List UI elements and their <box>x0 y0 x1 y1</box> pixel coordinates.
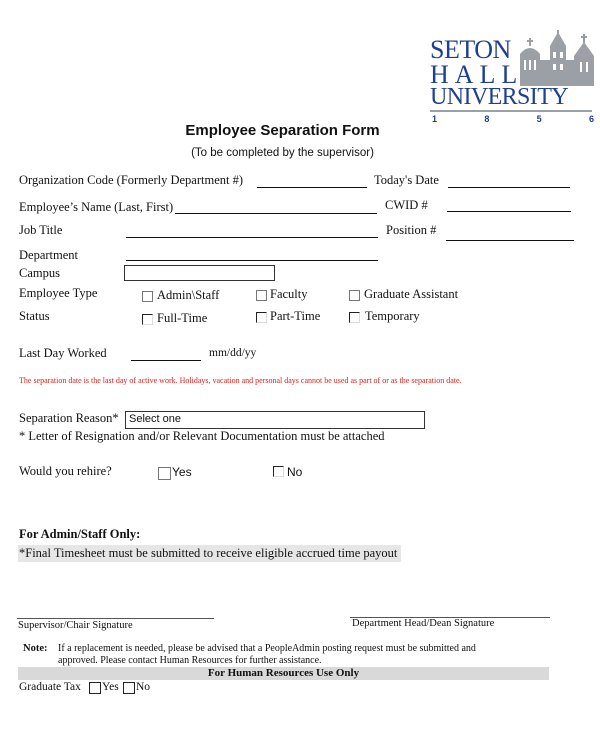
faculty-label: Faculty <box>270 287 308 301</box>
note-label: Note: <box>23 643 48 654</box>
separation-date-warning: The separation date is the last day of a… <box>19 376 462 385</box>
position-field[interactable] <box>446 240 574 241</box>
separation-reason-select[interactable]: Select one <box>125 411 425 429</box>
logo-rule <box>430 110 592 112</box>
faculty-checkbox[interactable] <box>256 290 267 301</box>
date-format-hint: mm/dd/yy <box>209 347 257 359</box>
graduate-tax-no-checkbox[interactable] <box>123 682 135 694</box>
admin-staff-checkbox[interactable] <box>142 291 153 302</box>
logo-year-digit: 6 <box>588 114 594 124</box>
campus-input[interactable] <box>124 265 275 281</box>
full-time-label: Full-Time <box>157 311 208 325</box>
full-time-checkbox[interactable] <box>142 314 153 325</box>
part-time-label: Part-Time <box>270 309 321 323</box>
timesheet-note: *Final Timesheet must be submitted to re… <box>19 546 398 560</box>
rehire-no-label: No <box>287 465 303 479</box>
campus-label: Campus <box>19 266 60 280</box>
admin-staff-heading: For Admin/Staff Only: <box>19 527 141 541</box>
job-title-label: Job Title <box>19 223 63 237</box>
documentation-footnote: * Letter of Resignation and/or Relevant … <box>19 429 385 443</box>
graduate-tax-label: Graduate Tax <box>19 681 81 693</box>
logo-text-university: UNIVERSITY <box>430 84 569 110</box>
graduate-assistant-checkbox[interactable] <box>349 290 360 301</box>
position-label: Position # <box>386 223 437 237</box>
graduate-assistant-label: Graduate Assistant <box>364 287 459 301</box>
separation-reason-selected: Select one <box>129 413 181 425</box>
department-label: Department <box>19 248 79 262</box>
temporary-label: Temporary <box>365 309 420 323</box>
job-title-field[interactable] <box>126 237 378 238</box>
employee-name-field[interactable] <box>175 213 377 214</box>
graduate-tax-no-label: No <box>136 681 151 693</box>
todays-date-field[interactable] <box>448 187 570 188</box>
employee-type-label: Employee Type <box>19 286 98 300</box>
org-code-field[interactable] <box>257 187 367 188</box>
note-text: If a replacement is needed, please be ad… <box>58 643 476 666</box>
form-subtitle: (To be completed by the supervisor) <box>191 147 374 159</box>
department-field[interactable] <box>126 260 378 261</box>
last-day-worked-label: Last Day Worked <box>19 346 107 360</box>
rehire-yes-checkbox[interactable] <box>158 467 171 480</box>
university-building-icon <box>520 30 594 86</box>
todays-date-label: Today's Date <box>374 173 439 187</box>
supervisor-signature-line[interactable] <box>17 618 214 619</box>
seton-hall-logo: SETON HALL UNIVERSITY 1 8 5 6 <box>428 30 594 124</box>
admin-staff-label: Admin\Staff <box>157 288 220 302</box>
hr-use-heading: For Human Resources Use Only <box>207 667 360 679</box>
graduate-tax-yes-label: Yes <box>102 681 119 693</box>
last-day-worked-field[interactable] <box>131 360 201 361</box>
part-time-checkbox[interactable] <box>256 312 267 323</box>
separation-reason-label: Separation Reason* <box>19 411 119 425</box>
supervisor-signature-label: Supervisor/Chair Signature <box>18 620 133 631</box>
form-title: Employee Separation Form <box>185 122 380 139</box>
campus-value <box>125 269 128 280</box>
temporary-checkbox[interactable] <box>349 312 360 323</box>
employee-name-label: Employee’s Name (Last, First) <box>19 200 174 214</box>
cwid-label: CWID # <box>385 198 428 212</box>
graduate-tax-yes-checkbox[interactable] <box>89 682 101 694</box>
status-label: Status <box>19 309 50 323</box>
org-code-label: Organization Code (Formerly Department #… <box>19 173 244 187</box>
cwid-field[interactable] <box>447 211 571 212</box>
rehire-yes-label: Yes <box>172 465 192 479</box>
dept-head-signature-label: Department Head/Dean Signature <box>352 618 495 629</box>
rehire-label: Would you rehire? <box>19 464 112 478</box>
rehire-no-checkbox[interactable] <box>273 466 284 477</box>
